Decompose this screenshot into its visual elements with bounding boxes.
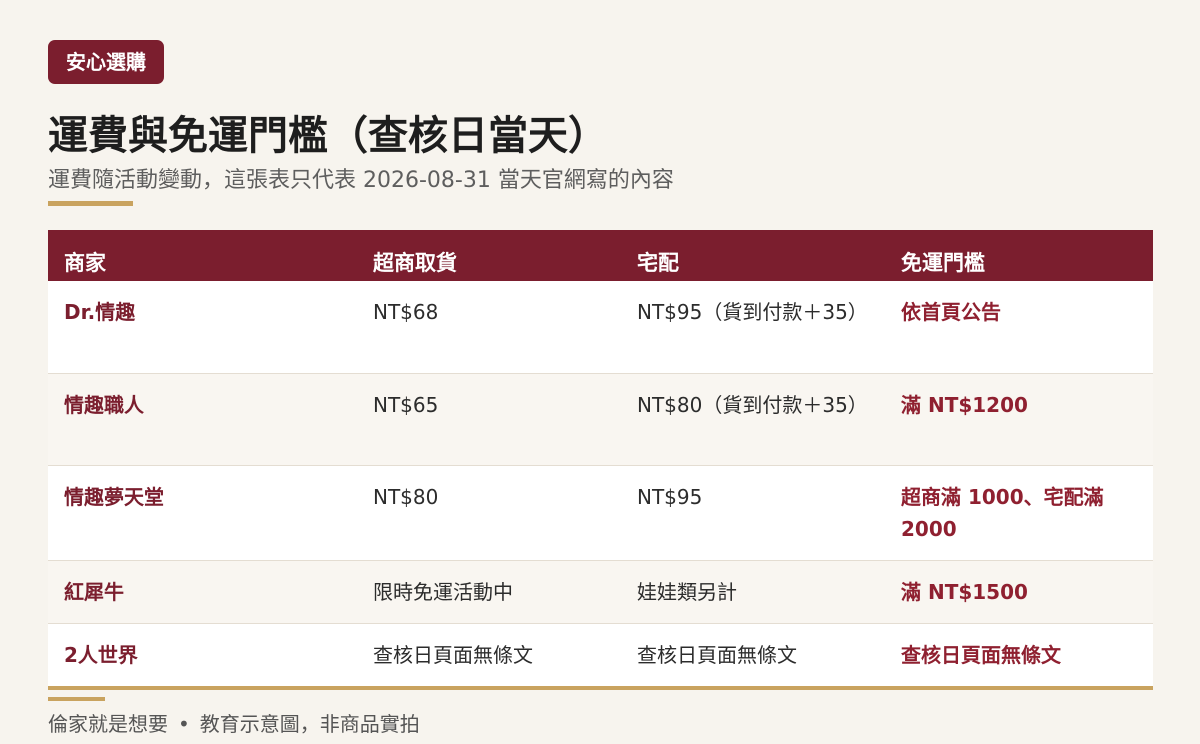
home-delivery-cell: NT$95 [621, 465, 885, 561]
home-delivery-cell: 查核日頁面無條文 [621, 623, 885, 690]
footer: 倫家就是想要 • 教育示意圖，非商品實拍 [48, 707, 420, 741]
category-badge: 安心選購 [48, 40, 164, 84]
store-pickup-cell: NT$68 [357, 281, 621, 374]
footer-note: 教育示意圖，非商品實拍 [199, 712, 420, 736]
table-row: 紅犀牛 限時免運活動中 娃娃類另計 滿 NT$1500 [48, 560, 1153, 624]
page-title: 運費與免運門檻（查核日當天） [48, 113, 608, 159]
home-delivery-cell: 娃娃類另計 [621, 560, 885, 624]
shipping-table: 商家 超商取貨 宅配 免運門檻 Dr.情趣 NT$68 NT$95（貨到付款＋3… [48, 230, 1153, 690]
home-delivery-cell: NT$80（貨到付款＋35） [621, 373, 885, 466]
table-row: 情趣夢天堂 NT$80 NT$95 超商滿 1000、宅配滿 2000 [48, 465, 1153, 561]
page-subtitle: 運費隨活動變動，這張表只代表 2026-08-31 當天官網寫的內容 [48, 168, 674, 193]
free-threshold-cell: 依首頁公告 [885, 281, 1153, 374]
free-threshold-cell: 超商滿 1000、宅配滿 2000 [885, 465, 1153, 561]
table-row: Dr.情趣 NT$68 NT$95（貨到付款＋35） 依首頁公告 [48, 281, 1153, 374]
merchant-cell: Dr.情趣 [48, 281, 357, 374]
store-pickup-cell: NT$80 [357, 465, 621, 561]
table-row: 2人世界 查核日頁面無條文 查核日頁面無條文 查核日頁面無條文 [48, 623, 1153, 690]
column-header-free-threshold: 免運門檻 [885, 230, 1153, 281]
free-threshold-cell: 滿 NT$1200 [885, 373, 1153, 466]
table-row: 情趣職人 NT$65 NT$80（貨到付款＋35） 滿 NT$1200 [48, 373, 1153, 466]
store-pickup-cell: 查核日頁面無條文 [357, 623, 621, 690]
column-header-home-delivery: 宅配 [621, 230, 885, 281]
title-accent-line [48, 201, 133, 206]
merchant-cell: 情趣職人 [48, 373, 357, 466]
home-delivery-cell: NT$95（貨到付款＋35） [621, 281, 885, 374]
store-pickup-cell: NT$65 [357, 373, 621, 466]
column-header-store-pickup: 超商取貨 [357, 230, 621, 281]
column-header-merchant: 商家 [48, 230, 357, 281]
merchant-cell: 2人世界 [48, 623, 357, 690]
shipping-table-container: 商家 超商取貨 宅配 免運門檻 Dr.情趣 NT$68 NT$95（貨到付款＋3… [48, 230, 1153, 690]
free-threshold-cell: 查核日頁面無條文 [885, 623, 1153, 690]
free-threshold-cell: 滿 NT$1500 [885, 560, 1153, 624]
table-header-row: 商家 超商取貨 宅配 免運門檻 [48, 230, 1153, 281]
store-pickup-cell: 限時免運活動中 [357, 560, 621, 624]
merchant-cell: 情趣夢天堂 [48, 465, 357, 561]
footer-accent-line [48, 697, 105, 701]
footer-separator: • [178, 712, 190, 736]
footer-brand: 倫家就是想要 [48, 712, 168, 736]
merchant-cell: 紅犀牛 [48, 560, 357, 624]
